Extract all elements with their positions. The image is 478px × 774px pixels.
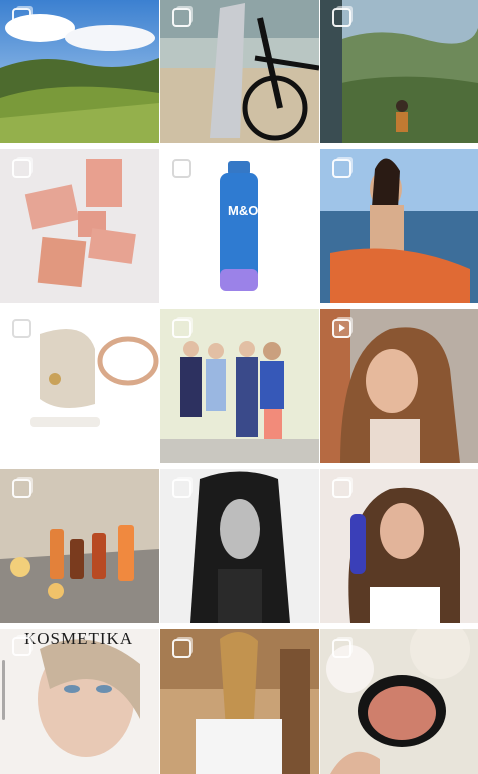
product-label: M&O xyxy=(228,203,259,218)
post-tile-10[interactable] xyxy=(0,469,159,623)
profile-post-grid: M&O KOSMETIKA xyxy=(0,0,478,774)
reel-icon xyxy=(332,319,351,338)
carousel-icon xyxy=(172,159,191,178)
post-tile-8[interactable] xyxy=(160,309,319,463)
carousel-icon xyxy=(172,479,191,498)
carousel-icon xyxy=(12,319,31,338)
post-tile-15[interactable] xyxy=(320,629,478,774)
post-tile-13[interactable]: KOSMETIKA xyxy=(0,629,159,774)
carousel-icon xyxy=(172,639,191,658)
carousel-icon xyxy=(332,8,351,27)
post-tile-6[interactable] xyxy=(320,149,478,303)
post-tile-7[interactable] xyxy=(0,309,159,463)
scrollbar[interactable] xyxy=(2,660,5,720)
carousel-icon xyxy=(332,639,351,658)
carousel-icon xyxy=(172,8,191,27)
post-tile-9[interactable] xyxy=(320,309,478,463)
post-tile-1[interactable] xyxy=(0,0,159,143)
post-tile-4[interactable] xyxy=(0,149,159,303)
carousel-icon xyxy=(12,479,31,498)
post-tile-14[interactable] xyxy=(160,629,319,774)
post-tile-2[interactable] xyxy=(160,0,319,143)
carousel-icon xyxy=(172,319,191,338)
post-tile-11[interactable] xyxy=(160,469,319,623)
carousel-icon xyxy=(12,159,31,178)
carousel-icon xyxy=(332,159,351,178)
post-tile-3[interactable] xyxy=(320,0,478,143)
post-tile-5[interactable]: M&O xyxy=(160,149,319,303)
magazine-title: KOSMETIKA xyxy=(24,629,134,648)
carousel-icon xyxy=(332,479,351,498)
carousel-icon xyxy=(12,637,31,656)
post-tile-12[interactable] xyxy=(320,469,478,623)
carousel-icon xyxy=(12,8,31,27)
